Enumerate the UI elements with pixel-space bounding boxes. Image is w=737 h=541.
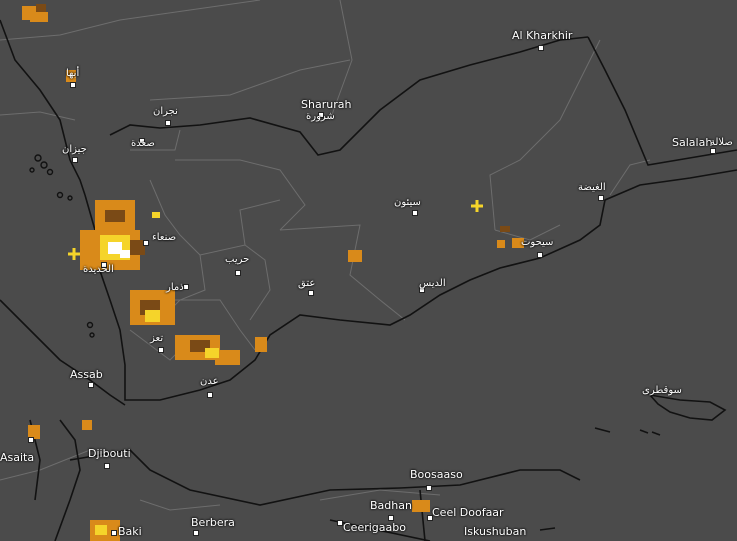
label-badhan: Badhan (370, 499, 412, 512)
label-salalah: Salalah (672, 136, 713, 149)
city-dot-alghaydah (598, 195, 604, 201)
city-dot-boosaaso (426, 485, 432, 491)
city-dot-harib (235, 270, 241, 276)
city-dot-ataq (308, 290, 314, 296)
city-dot-najran (165, 120, 171, 126)
label-sayhut-ar: سيحوت (521, 237, 554, 248)
label-jizan-ar: جيزان (62, 144, 87, 155)
city-dot-baki (111, 530, 117, 536)
label-najran-ar: نجران (153, 106, 178, 117)
label-al-kharkhir: Al Kharkhir (512, 29, 573, 42)
label-alghaydah-ar: الغيضة (578, 182, 606, 193)
label-sanaa-ar: صنعاء (152, 232, 177, 243)
city-dot-taiz (158, 347, 164, 353)
label-assab: Assab (70, 368, 103, 381)
label-sharurah-ar: شرورة (306, 111, 335, 122)
label-asaita: Asaita (0, 451, 35, 464)
city-dot-djibouti (104, 463, 110, 469)
label-saada-ar: صعدة (131, 138, 155, 149)
label-berbera: Berbera (191, 516, 235, 529)
city-dot-al-kharkhir (538, 45, 544, 51)
label-taiz-ar: تعز (150, 333, 164, 344)
label-harib-ar: حريب (225, 254, 250, 265)
city-dot-seiyun (412, 210, 418, 216)
label-socotra-ar: سوقطرى (642, 385, 682, 396)
label-ceel-doofaar: Ceel Doofaar (432, 506, 504, 519)
city-dot-sayhut (537, 252, 543, 258)
map-view[interactable]: Al Kharkhir Sharurah شرورة نجران أبها جي… (0, 0, 737, 541)
label-iskushuban: Iskushuban (464, 525, 527, 538)
city-dot-sanaa (143, 240, 149, 246)
label-dhamar-ar: ذمار (166, 282, 184, 293)
label-aden-ar: عدن (200, 376, 219, 387)
label-sharurah: Sharurah (301, 98, 352, 111)
label-seiyun-ar: سيئون (394, 197, 421, 208)
label-ceerigaabo: Ceerigaabo (343, 521, 406, 534)
city-dot-assab (88, 382, 94, 388)
label-addis-ar: الديس (419, 278, 446, 289)
label-djibouti: Djibouti (88, 447, 131, 460)
city-dot-asaita (28, 437, 34, 443)
label-salalah-ar: صلالة (710, 137, 733, 148)
city-dot-aden (207, 392, 213, 398)
label-abha-ar: أبها (66, 68, 80, 79)
label-ataq-ar: عتق (298, 278, 316, 289)
city-dot-jizan (72, 157, 78, 163)
label-hodeidah-ar: الحديدة (83, 264, 114, 275)
city-dot-berbera (193, 530, 199, 536)
label-boosaaso: Boosaaso (410, 468, 463, 481)
label-baki: Baki (118, 525, 142, 538)
city-dot-abha (70, 82, 76, 88)
